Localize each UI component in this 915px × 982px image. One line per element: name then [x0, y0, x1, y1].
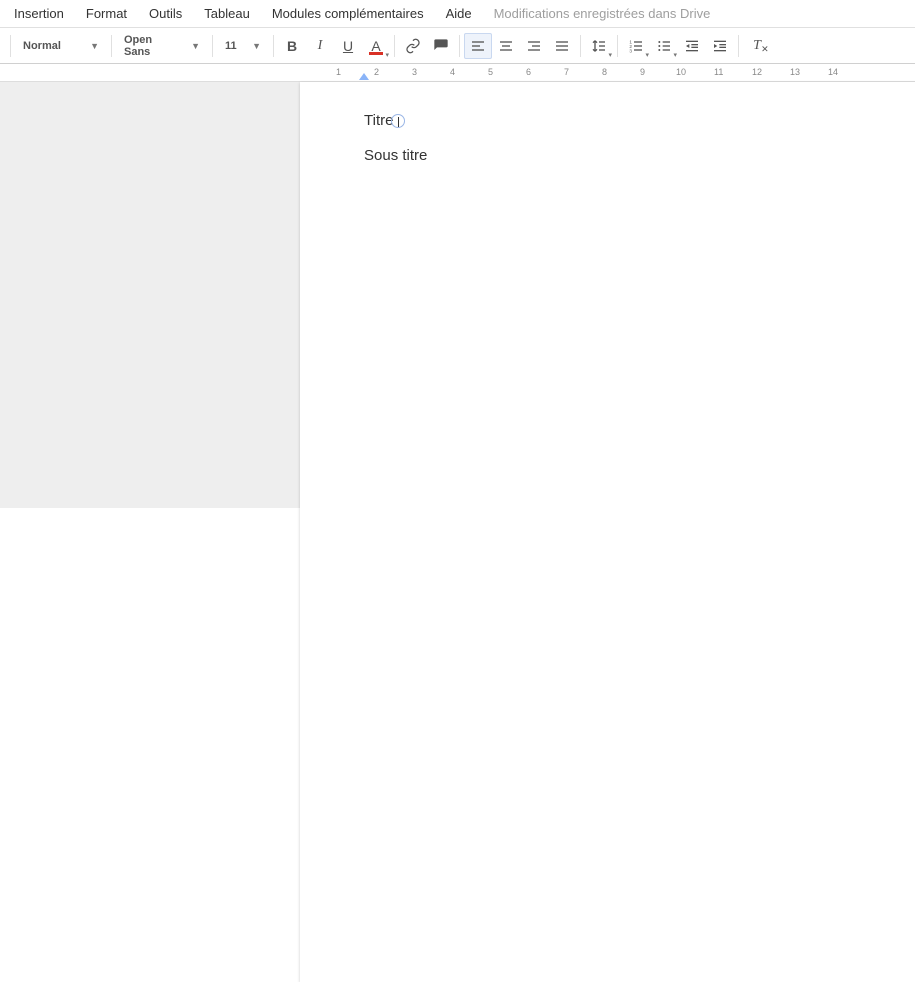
numbered-list-button[interactable]: 123 [622, 33, 650, 59]
ruler-number: 9 [640, 67, 645, 77]
menu-modules[interactable]: Modules complémentaires [262, 2, 434, 25]
text-color-button[interactable]: A [362, 33, 390, 59]
comment-icon [433, 38, 449, 54]
separator [212, 35, 213, 57]
ruler-number: 4 [450, 67, 455, 77]
document-subtitle-line[interactable]: Sous titre [364, 147, 915, 164]
align-justify-icon [554, 38, 570, 54]
separator [273, 35, 274, 57]
chevron-down-icon: ▼ [90, 41, 99, 51]
document-page[interactable]: Titre Sous titre [300, 82, 915, 982]
align-right-button[interactable] [520, 33, 548, 59]
align-justify-button[interactable] [548, 33, 576, 59]
increase-indent-button[interactable] [706, 33, 734, 59]
ruler-number: 1 [336, 67, 341, 77]
align-left-icon [470, 38, 486, 54]
menu-tableau[interactable]: Tableau [194, 2, 260, 25]
menu-bar: Insertion Format Outils Tableau Modules … [0, 0, 915, 28]
font-family-dropdown[interactable]: Open Sans ▼ [116, 33, 208, 59]
paragraph-style-label: Normal [23, 40, 61, 52]
ruler-number: 5 [488, 67, 493, 77]
document-subtitle-text: Sous titre [364, 147, 427, 164]
document-workspace: 1 2 3 4 5 6 7 8 9 10 11 12 13 14 Titre S… [0, 64, 915, 508]
ruler-number: 14 [828, 67, 838, 77]
font-family-label: Open Sans [124, 34, 177, 58]
align-left-button[interactable] [464, 33, 492, 59]
ruler-scale: 1 2 3 4 5 6 7 8 9 10 11 12 13 14 [300, 64, 915, 82]
insert-comment-button[interactable] [427, 33, 455, 59]
svg-text:3: 3 [629, 48, 632, 53]
align-center-icon [498, 38, 514, 54]
align-center-button[interactable] [492, 33, 520, 59]
menu-outils[interactable]: Outils [139, 2, 192, 25]
decrease-indent-icon [684, 38, 700, 54]
numbered-list-icon: 123 [628, 38, 644, 54]
decrease-indent-button[interactable] [678, 33, 706, 59]
chevron-down-icon: ▼ [191, 41, 200, 51]
bulleted-list-button[interactable] [650, 33, 678, 59]
ruler-number: 13 [790, 67, 800, 77]
increase-indent-icon [712, 38, 728, 54]
ruler-number: 8 [602, 67, 607, 77]
line-spacing-icon [591, 38, 607, 54]
separator [111, 35, 112, 57]
indent-marker-icon[interactable] [359, 73, 369, 80]
ruler-number: 2 [374, 67, 379, 77]
menu-aide[interactable]: Aide [436, 2, 482, 25]
document-title-line[interactable]: Titre [364, 112, 915, 129]
separator [459, 35, 460, 57]
separator [738, 35, 739, 57]
separator [10, 35, 11, 57]
separator [580, 35, 581, 57]
text-color-swatch [369, 52, 383, 55]
underline-button[interactable]: U [334, 33, 362, 59]
separator [617, 35, 618, 57]
bulleted-list-icon [656, 38, 672, 54]
toolbar: Normal ▼ Open Sans ▼ 11 ▼ B I U A [0, 28, 915, 64]
line-spacing-button[interactable] [585, 33, 613, 59]
ruler-number: 7 [564, 67, 569, 77]
clear-formatting-button[interactable]: T✕ [743, 33, 771, 59]
horizontal-ruler[interactable]: 1 2 3 4 5 6 7 8 9 10 11 12 13 14 [0, 64, 915, 82]
ruler-number: 10 [676, 67, 686, 77]
ruler-number: 6 [526, 67, 531, 77]
clear-formatting-icon: T✕ [753, 38, 761, 54]
ruler-number: 12 [752, 67, 762, 77]
ruler-number: 3 [412, 67, 417, 77]
link-icon [405, 38, 421, 54]
italic-button[interactable]: I [306, 33, 334, 59]
align-right-icon [526, 38, 542, 54]
paragraph-style-dropdown[interactable]: Normal ▼ [15, 33, 107, 59]
font-size-dropdown[interactable]: 11 ▼ [217, 33, 269, 59]
menu-insertion[interactable]: Insertion [4, 2, 74, 25]
document-title-text: Titre [364, 112, 393, 129]
underline-icon: U [343, 38, 353, 54]
separator [394, 35, 395, 57]
text-cursor-icon [391, 114, 405, 128]
menu-format[interactable]: Format [76, 2, 137, 25]
bold-button[interactable]: B [278, 33, 306, 59]
font-size-label: 11 [225, 40, 237, 52]
bold-icon: B [287, 38, 297, 54]
italic-icon: I [318, 38, 323, 54]
insert-link-button[interactable] [399, 33, 427, 59]
chevron-down-icon: ▼ [252, 41, 261, 51]
save-status: Modifications enregistrées dans Drive [484, 2, 721, 25]
ruler-number: 11 [714, 67, 723, 77]
